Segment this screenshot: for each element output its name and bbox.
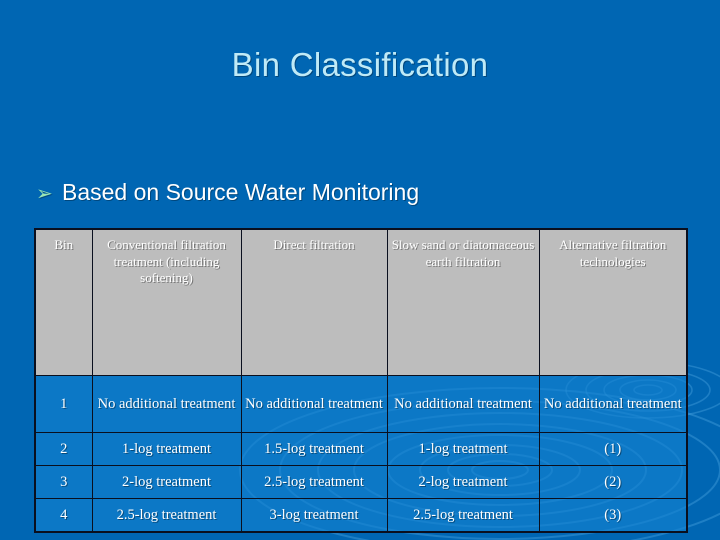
slide-canvas: Bin Classification ➢ Based on Source Wat… [0,0,720,540]
table-row: 1 No additional treatment No additional … [34,375,688,433]
cell-bin: 4 [34,498,93,533]
column-header-bin: Bin [34,228,93,376]
cell-alternative: No additional treatment [538,375,688,433]
bullet-text: Based on Source Water Monitoring [62,179,420,205]
cell-bin: 1 [34,375,93,433]
cell-alternative: (2) [538,465,688,499]
cell-direct: No additional treatment [240,375,388,433]
cell-direct: 1.5-log treatment [240,432,388,466]
column-header-slow-sand: Slow sand or diatomaceous earth filtrati… [386,228,540,376]
arrow-bullet-icon: ➢ [36,183,53,205]
cell-direct: 2.5-log treatment [240,465,388,499]
cell-conventional: 2.5-log treatment [91,498,242,533]
table-row: 2 1-log treatment 1.5-log treatment 1-lo… [34,432,688,466]
cell-slow-sand: 2-log treatment [386,465,540,499]
cell-slow-sand: No additional treatment [386,375,540,433]
cell-slow-sand: 1-log treatment [386,432,540,466]
cell-slow-sand: 2.5-log treatment [386,498,540,533]
column-header-conventional: Conventional filtration treatment (inclu… [91,228,242,376]
slide-title: Bin Classification [231,46,489,83]
bullet-line: ➢ Based on Source Water Monitoring [36,179,676,206]
column-header-direct: Direct filtration [240,228,388,376]
bin-classification-table: Bin Conventional filtration treatment (i… [34,228,688,533]
table-row: 3 2-log treatment 2.5-log treatment 2-lo… [34,465,688,499]
cell-bin: 3 [34,465,93,499]
cell-alternative: (3) [538,498,688,533]
cell-direct: 3-log treatment [240,498,388,533]
cell-conventional: 1-log treatment [91,432,242,466]
cell-bin: 2 [34,432,93,466]
column-header-alternative: Alternative filtration technologies [538,228,688,376]
table-row: 4 2.5-log treatment 3-log treatment 2.5-… [34,498,688,533]
cell-conventional: No additional treatment [91,375,242,433]
table-header-row: Bin Conventional filtration treatment (i… [34,228,688,376]
cell-conventional: 2-log treatment [91,465,242,499]
cell-alternative: (1) [538,432,688,466]
